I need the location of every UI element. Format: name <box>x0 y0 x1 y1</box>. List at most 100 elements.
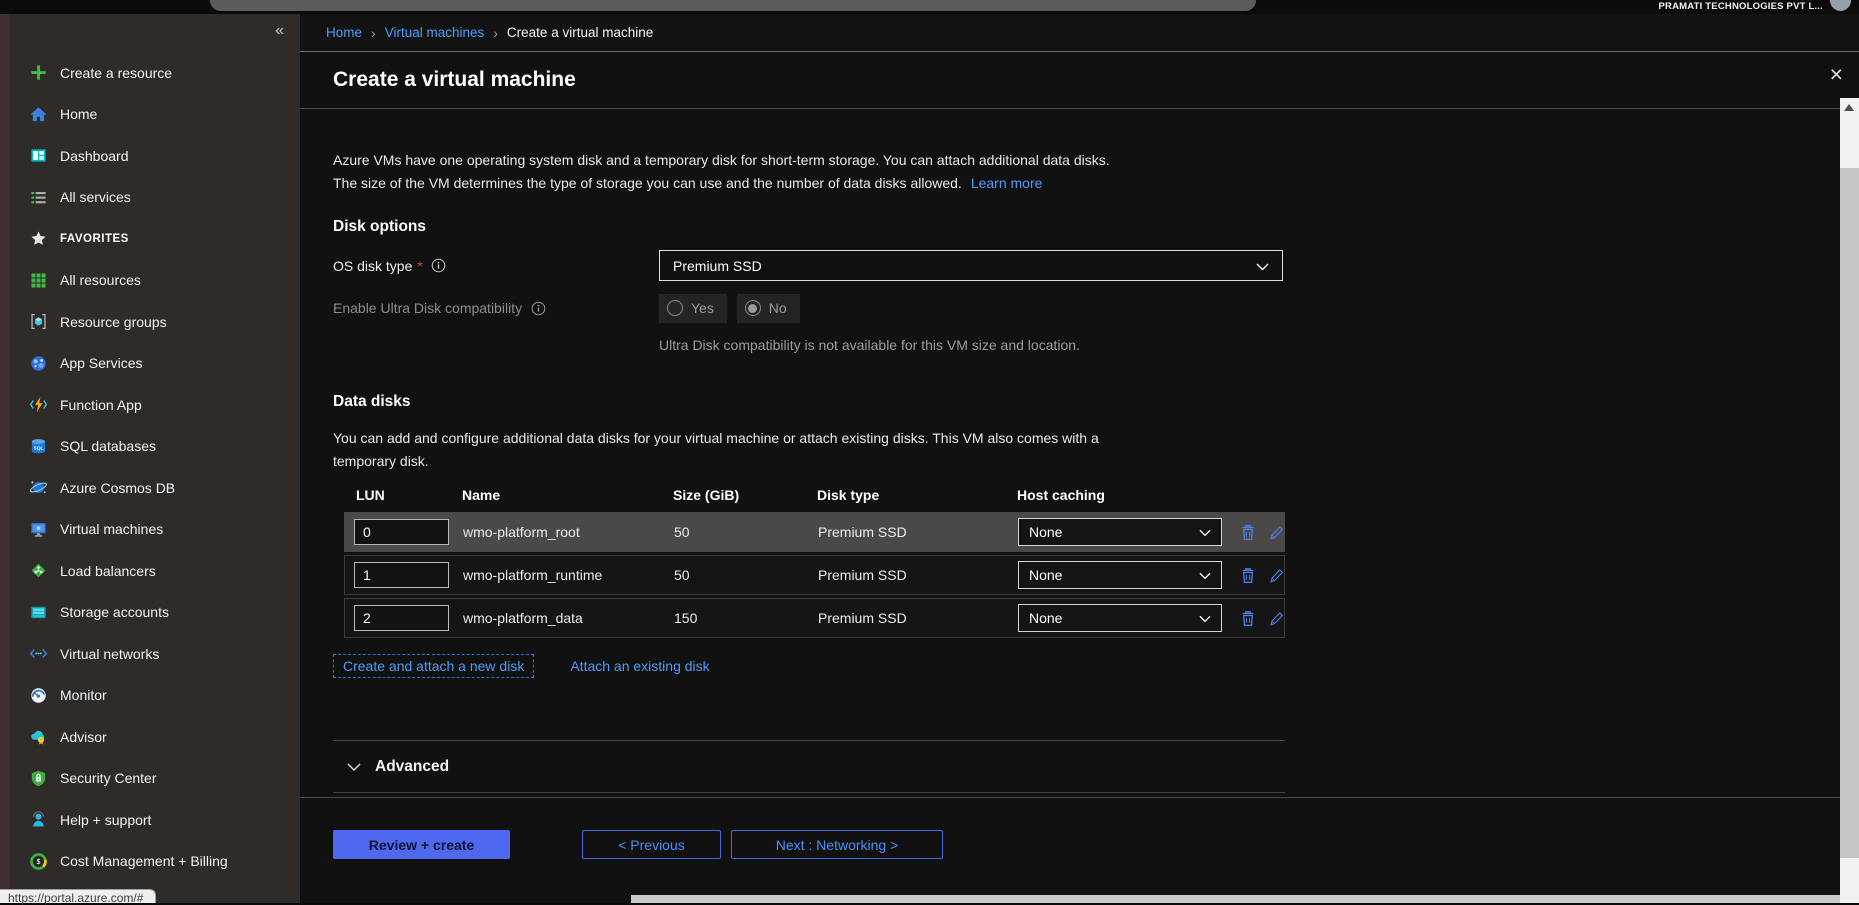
sidebar-item-dashboard[interactable]: Dashboard <box>10 135 300 177</box>
delete-disk-icon[interactable] <box>1239 523 1257 541</box>
attach-existing-disk-link[interactable]: Attach an existing disk <box>570 658 709 674</box>
os-disk-type-select[interactable]: Premium SSD <box>659 250 1283 281</box>
lun-input[interactable] <box>354 605 449 631</box>
virtual-machines-icon <box>28 519 48 539</box>
sidebar-item-all-resources[interactable]: All resources <box>10 260 300 302</box>
edit-disk-icon[interactable] <box>1267 609 1285 627</box>
host-caching-value: None <box>1029 567 1062 583</box>
sidebar-item-cost-management-billing[interactable]: $ Cost Management + Billing <box>10 841 300 883</box>
vertical-scrollbar-thumb[interactable] <box>1840 168 1859 858</box>
ultra-disk-note: Ultra Disk compatibility is not availabl… <box>659 337 1840 353</box>
lun-input[interactable] <box>354 519 449 545</box>
chevron-down-icon <box>1199 610 1211 626</box>
blade-body: Azure VMs have one operating system disk… <box>300 147 1840 797</box>
disk-type: Premium SSD <box>818 610 1018 626</box>
sidebar-item-label: Cost Management + Billing <box>60 853 228 869</box>
sidebar-item-security-center[interactable]: Security Center <box>10 758 300 800</box>
cost-billing-icon: $ <box>28 851 48 871</box>
vertical-scrollbar[interactable] <box>1840 98 1859 903</box>
close-icon[interactable]: × <box>1830 63 1843 86</box>
sidebar-item-azure-cosmos-db[interactable]: Azure Cosmos DB <box>10 467 300 509</box>
col-size: Size (GiB) <box>673 487 817 503</box>
ultra-disk-row: Enable Ultra Disk compatibility Yes No <box>333 293 1840 323</box>
host-caching-select[interactable]: None <box>1018 604 1222 632</box>
radio-yes-circle <box>667 300 683 316</box>
sidebar-item-label: Dashboard <box>60 148 129 164</box>
host-caching-select[interactable]: None <box>1018 561 1222 589</box>
chevron-down-icon <box>1256 258 1269 274</box>
page-title: Create a virtual machine <box>333 68 576 92</box>
delete-disk-icon[interactable] <box>1239 609 1257 627</box>
breadcrumb-home[interactable]: Home <box>326 25 362 40</box>
host-caching-value: None <box>1029 524 1062 540</box>
tenant-name[interactable]: PRAMATI TECHNOLOGIES PVT L... <box>1659 1 1824 12</box>
sidebar-item-all-services[interactable]: All services <box>10 177 300 219</box>
chevron-down-icon <box>1199 567 1211 583</box>
global-search-input[interactable] <box>210 0 1256 11</box>
col-disk-type: Disk type <box>817 487 1017 503</box>
horizontal-scrollbar-thumb[interactable] <box>631 895 1840 903</box>
avatar[interactable] <box>1830 0 1851 11</box>
scrollbar-corner <box>1840 895 1859 903</box>
window-edge <box>0 14 10 903</box>
sidebar-item-create-a-resource[interactable]: Create a resource <box>10 52 300 94</box>
sidebar: « Create a resource Home Dashboard All s… <box>10 14 300 903</box>
svg-text:$: $ <box>36 858 40 866</box>
sidebar-item-storage-accounts[interactable]: Storage accounts <box>10 592 300 634</box>
sidebar-item-virtual-machines[interactable]: Virtual machines <box>10 509 300 551</box>
sidebar-collapse-icon[interactable]: « <box>275 23 284 39</box>
edit-disk-icon[interactable] <box>1267 523 1285 541</box>
disk-table-row: wmo-platform_root 50 Premium SSD None <box>344 512 1285 552</box>
sidebar-item-advisor[interactable]: Advisor <box>10 716 300 758</box>
sidebar-item-app-services[interactable]: App Services <box>10 343 300 385</box>
next-networking-button[interactable]: Next : Networking > <box>731 830 943 859</box>
sidebar-item-virtual-networks[interactable]: Virtual networks <box>10 633 300 675</box>
sidebar-item-load-balancers[interactable]: Load balancers <box>10 550 300 592</box>
sidebar-item-label: Azure Cosmos DB <box>60 480 175 496</box>
disk-name: wmo-platform_runtime <box>463 567 674 583</box>
sidebar-item-label: All resources <box>60 272 141 288</box>
scroll-up-icon[interactable] <box>1844 104 1854 111</box>
sidebar-item-home[interactable]: Home <box>10 94 300 136</box>
info-icon[interactable] <box>430 257 448 275</box>
delete-disk-icon[interactable] <box>1239 566 1257 584</box>
disk-links-row: Create and attach a new disk Attach an e… <box>333 654 1840 678</box>
sidebar-item-help-support[interactable]: Help + support <box>10 799 300 841</box>
sidebar-item-label: Advisor <box>60 729 107 745</box>
sidebar-item-label: Function App <box>60 397 142 413</box>
sidebar-item-function-app[interactable]: Function App <box>10 384 300 426</box>
breadcrumb-virtual-machines[interactable]: Virtual machines <box>385 25 485 40</box>
sidebar-item-label: Home <box>60 106 97 122</box>
sidebar-item-label: FAVORITES <box>60 233 129 245</box>
app-services-icon <box>28 353 48 373</box>
monitor-icon <box>28 685 48 705</box>
storage-accounts-icon <box>28 602 48 622</box>
lun-input[interactable] <box>354 562 449 588</box>
host-caching-value: None <box>1029 610 1062 626</box>
sidebar-item-label: App Services <box>60 355 142 371</box>
sidebar-item-label: Virtual networks <box>60 646 159 662</box>
data-disks-description: You can add and configure additional dat… <box>333 427 1840 472</box>
sidebar-item-label: Monitor <box>60 687 107 703</box>
edit-disk-icon[interactable] <box>1267 566 1285 584</box>
home-icon <box>28 104 48 124</box>
sidebar-item-label: Resource groups <box>60 314 167 330</box>
status-bar-url: https://portal.azure.com/# <box>0 889 156 903</box>
dashboard-icon <box>28 146 48 166</box>
ultra-disk-radio-group: Yes No <box>659 294 806 323</box>
sidebar-item-monitor[interactable]: Monitor <box>10 675 300 717</box>
review-create-button[interactable]: Review + create <box>333 830 510 859</box>
previous-button[interactable]: < Previous <box>582 830 721 859</box>
sidebar-item-sql-databases[interactable]: SQL SQL databases <box>10 426 300 468</box>
create-vm-blade: Create a virtual machine × Azure VMs hav… <box>300 51 1859 903</box>
col-name: Name <box>462 487 673 503</box>
create-attach-disk-link[interactable]: Create and attach a new disk <box>333 654 534 678</box>
disk-options-heading: Disk options <box>333 218 1840 236</box>
advanced-toggle[interactable]: Advanced <box>333 741 1271 792</box>
sidebar-item-resource-groups[interactable]: Resource groups <box>10 301 300 343</box>
host-caching-select[interactable]: None <box>1018 518 1222 546</box>
learn-more-link[interactable]: Learn more <box>971 175 1043 191</box>
disk-name: wmo-platform_data <box>463 610 674 626</box>
breadcrumb-current: Create a virtual machine <box>507 25 653 40</box>
info-icon[interactable] <box>529 299 547 317</box>
